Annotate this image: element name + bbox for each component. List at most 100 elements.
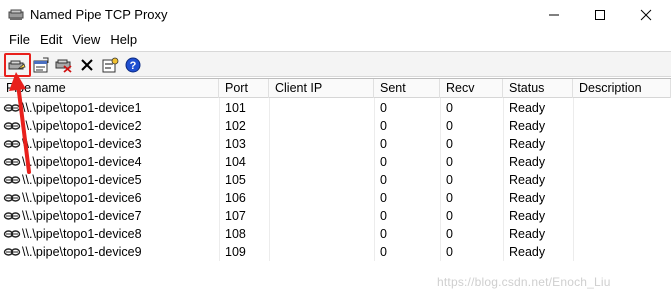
table-row[interactable]: \\.\pipe\topo1-device3 103 0 0 Ready bbox=[0, 135, 671, 153]
pipe-link-icon bbox=[3, 104, 21, 112]
table-row[interactable]: \\.\pipe\topo1-device9 109 0 0 Ready bbox=[0, 243, 671, 261]
table-row[interactable]: \\.\pipe\topo1-device6 106 0 0 Ready bbox=[0, 189, 671, 207]
column-sent[interactable]: Sent bbox=[374, 79, 440, 98]
cell-sent: 0 bbox=[380, 227, 387, 241]
properties-button[interactable] bbox=[31, 55, 51, 75]
pipe-name-text: \\.\pipe\topo1-device4 bbox=[22, 155, 142, 169]
pipe-name-text: \\.\pipe\topo1-device2 bbox=[22, 119, 142, 133]
cell-status: Ready bbox=[509, 137, 546, 151]
cell-recv: 0 bbox=[446, 101, 453, 115]
cell-description bbox=[573, 171, 671, 189]
table-row[interactable]: \\.\pipe\topo1-device5 105 0 0 Ready bbox=[0, 171, 671, 189]
close-button[interactable] bbox=[623, 0, 669, 30]
cell-description bbox=[573, 189, 671, 207]
window-title: Named Pipe TCP Proxy bbox=[30, 7, 168, 22]
minimize-icon bbox=[549, 14, 559, 16]
cell-client-ip bbox=[269, 153, 374, 171]
cell-recv: 0 bbox=[446, 227, 453, 241]
help-button[interactable]: ? bbox=[123, 55, 143, 75]
app-icon bbox=[8, 9, 24, 20]
cell-status: Ready bbox=[509, 155, 546, 169]
cell-recv: 0 bbox=[446, 209, 453, 223]
pipe-link-icon bbox=[3, 158, 21, 166]
column-port[interactable]: Port bbox=[219, 79, 269, 98]
cell-sent: 0 bbox=[380, 101, 387, 115]
delete-icon bbox=[81, 59, 93, 71]
svg-text:?: ? bbox=[130, 60, 137, 72]
pipe-name-text: \\.\pipe\topo1-device7 bbox=[22, 209, 142, 223]
close-icon bbox=[640, 9, 652, 21]
properties-icon bbox=[33, 57, 49, 73]
cell-description bbox=[573, 153, 671, 171]
table-row[interactable]: \\.\pipe\topo1-device4 104 0 0 Ready bbox=[0, 153, 671, 171]
table-row[interactable]: \\.\pipe\topo1-device8 108 0 0 Ready bbox=[0, 225, 671, 243]
table-row[interactable]: \\.\pipe\topo1-device2 102 0 0 Ready bbox=[0, 117, 671, 135]
cell-port: 109 bbox=[225, 245, 246, 259]
menu-help[interactable]: Help bbox=[105, 30, 142, 50]
maximize-button[interactable] bbox=[577, 0, 623, 30]
delete-button[interactable] bbox=[77, 55, 97, 75]
cell-port: 107 bbox=[225, 209, 246, 223]
pipe-name-text: \\.\pipe\topo1-device6 bbox=[22, 191, 142, 205]
cell-port: 101 bbox=[225, 101, 246, 115]
cell-pipe-name: \\.\pipe\topo1-device3 bbox=[0, 135, 219, 153]
menu-view[interactable]: View bbox=[67, 30, 105, 50]
menu-file[interactable]: File bbox=[4, 30, 35, 50]
pipe-link-icon bbox=[3, 176, 21, 184]
cell-recv: 0 bbox=[446, 119, 453, 133]
cell-port: 106 bbox=[225, 191, 246, 205]
cell-pipe-name: \\.\pipe\topo1-device5 bbox=[0, 171, 219, 189]
column-recv[interactable]: Recv bbox=[440, 79, 503, 98]
remove-proxy-button[interactable] bbox=[54, 55, 74, 75]
new-proxy-highlight bbox=[4, 53, 31, 77]
cell-client-ip bbox=[269, 135, 374, 153]
cell-client-ip bbox=[269, 99, 374, 117]
pipe-link-icon bbox=[3, 248, 21, 256]
cell-client-ip bbox=[269, 225, 374, 243]
column-client-ip[interactable]: Client IP bbox=[269, 79, 374, 98]
column-description[interactable]: Description bbox=[573, 79, 671, 98]
cell-pipe-name: \\.\pipe\topo1-device4 bbox=[0, 153, 219, 171]
cell-port: 103 bbox=[225, 137, 246, 151]
column-status[interactable]: Status bbox=[503, 79, 573, 98]
table-row[interactable]: \\.\pipe\topo1-device1 101 0 0 Ready bbox=[0, 99, 671, 117]
cell-status: Ready bbox=[509, 191, 546, 205]
pipe-name-text: \\.\pipe\topo1-device9 bbox=[22, 245, 142, 259]
menu-edit[interactable]: Edit bbox=[35, 30, 67, 50]
cell-description bbox=[573, 135, 671, 153]
pipe-name-text: \\.\pipe\topo1-device5 bbox=[22, 173, 142, 187]
cell-client-ip bbox=[269, 117, 374, 135]
minimize-button[interactable] bbox=[531, 0, 577, 30]
pipe-name-text: \\.\pipe\topo1-device1 bbox=[22, 101, 142, 115]
table-row[interactable]: \\.\pipe\topo1-device7 107 0 0 Ready bbox=[0, 207, 671, 225]
settings-button[interactable] bbox=[100, 55, 120, 75]
cell-description bbox=[573, 243, 671, 261]
cell-recv: 0 bbox=[446, 245, 453, 259]
cell-sent: 0 bbox=[380, 155, 387, 169]
cell-sent: 0 bbox=[380, 173, 387, 187]
cell-pipe-name: \\.\pipe\topo1-device1 bbox=[0, 99, 219, 117]
pipe-link-icon bbox=[3, 122, 21, 130]
settings-icon bbox=[102, 57, 119, 73]
cell-pipe-name: \\.\pipe\topo1-device6 bbox=[0, 189, 219, 207]
pipe-link-icon bbox=[3, 140, 21, 148]
pipe-name-text: \\.\pipe\topo1-device8 bbox=[22, 227, 142, 241]
watermark-text: https://blog.csdn.net/Enoch_Liu bbox=[437, 275, 611, 289]
cell-sent: 0 bbox=[380, 209, 387, 223]
pipe-name-text: \\.\pipe\topo1-device3 bbox=[22, 137, 142, 151]
cell-recv: 0 bbox=[446, 191, 453, 205]
column-pipe-name[interactable]: Pipe name bbox=[0, 79, 219, 98]
proxy-list[interactable]: Pipe name Port Client IP Sent Recv Statu… bbox=[0, 78, 671, 300]
cell-port: 104 bbox=[225, 155, 246, 169]
cell-pipe-name: \\.\pipe\topo1-device9 bbox=[0, 243, 219, 261]
cell-port: 102 bbox=[225, 119, 246, 133]
cell-pipe-name: \\.\pipe\topo1-device2 bbox=[0, 117, 219, 135]
cell-pipe-name: \\.\pipe\topo1-device8 bbox=[0, 225, 219, 243]
maximize-icon bbox=[595, 10, 605, 20]
pipe-link-icon bbox=[3, 194, 21, 202]
cell-recv: 0 bbox=[446, 155, 453, 169]
cell-client-ip bbox=[269, 189, 374, 207]
cell-recv: 0 bbox=[446, 137, 453, 151]
cell-description bbox=[573, 117, 671, 135]
title-bar: Named Pipe TCP Proxy bbox=[0, 0, 671, 30]
